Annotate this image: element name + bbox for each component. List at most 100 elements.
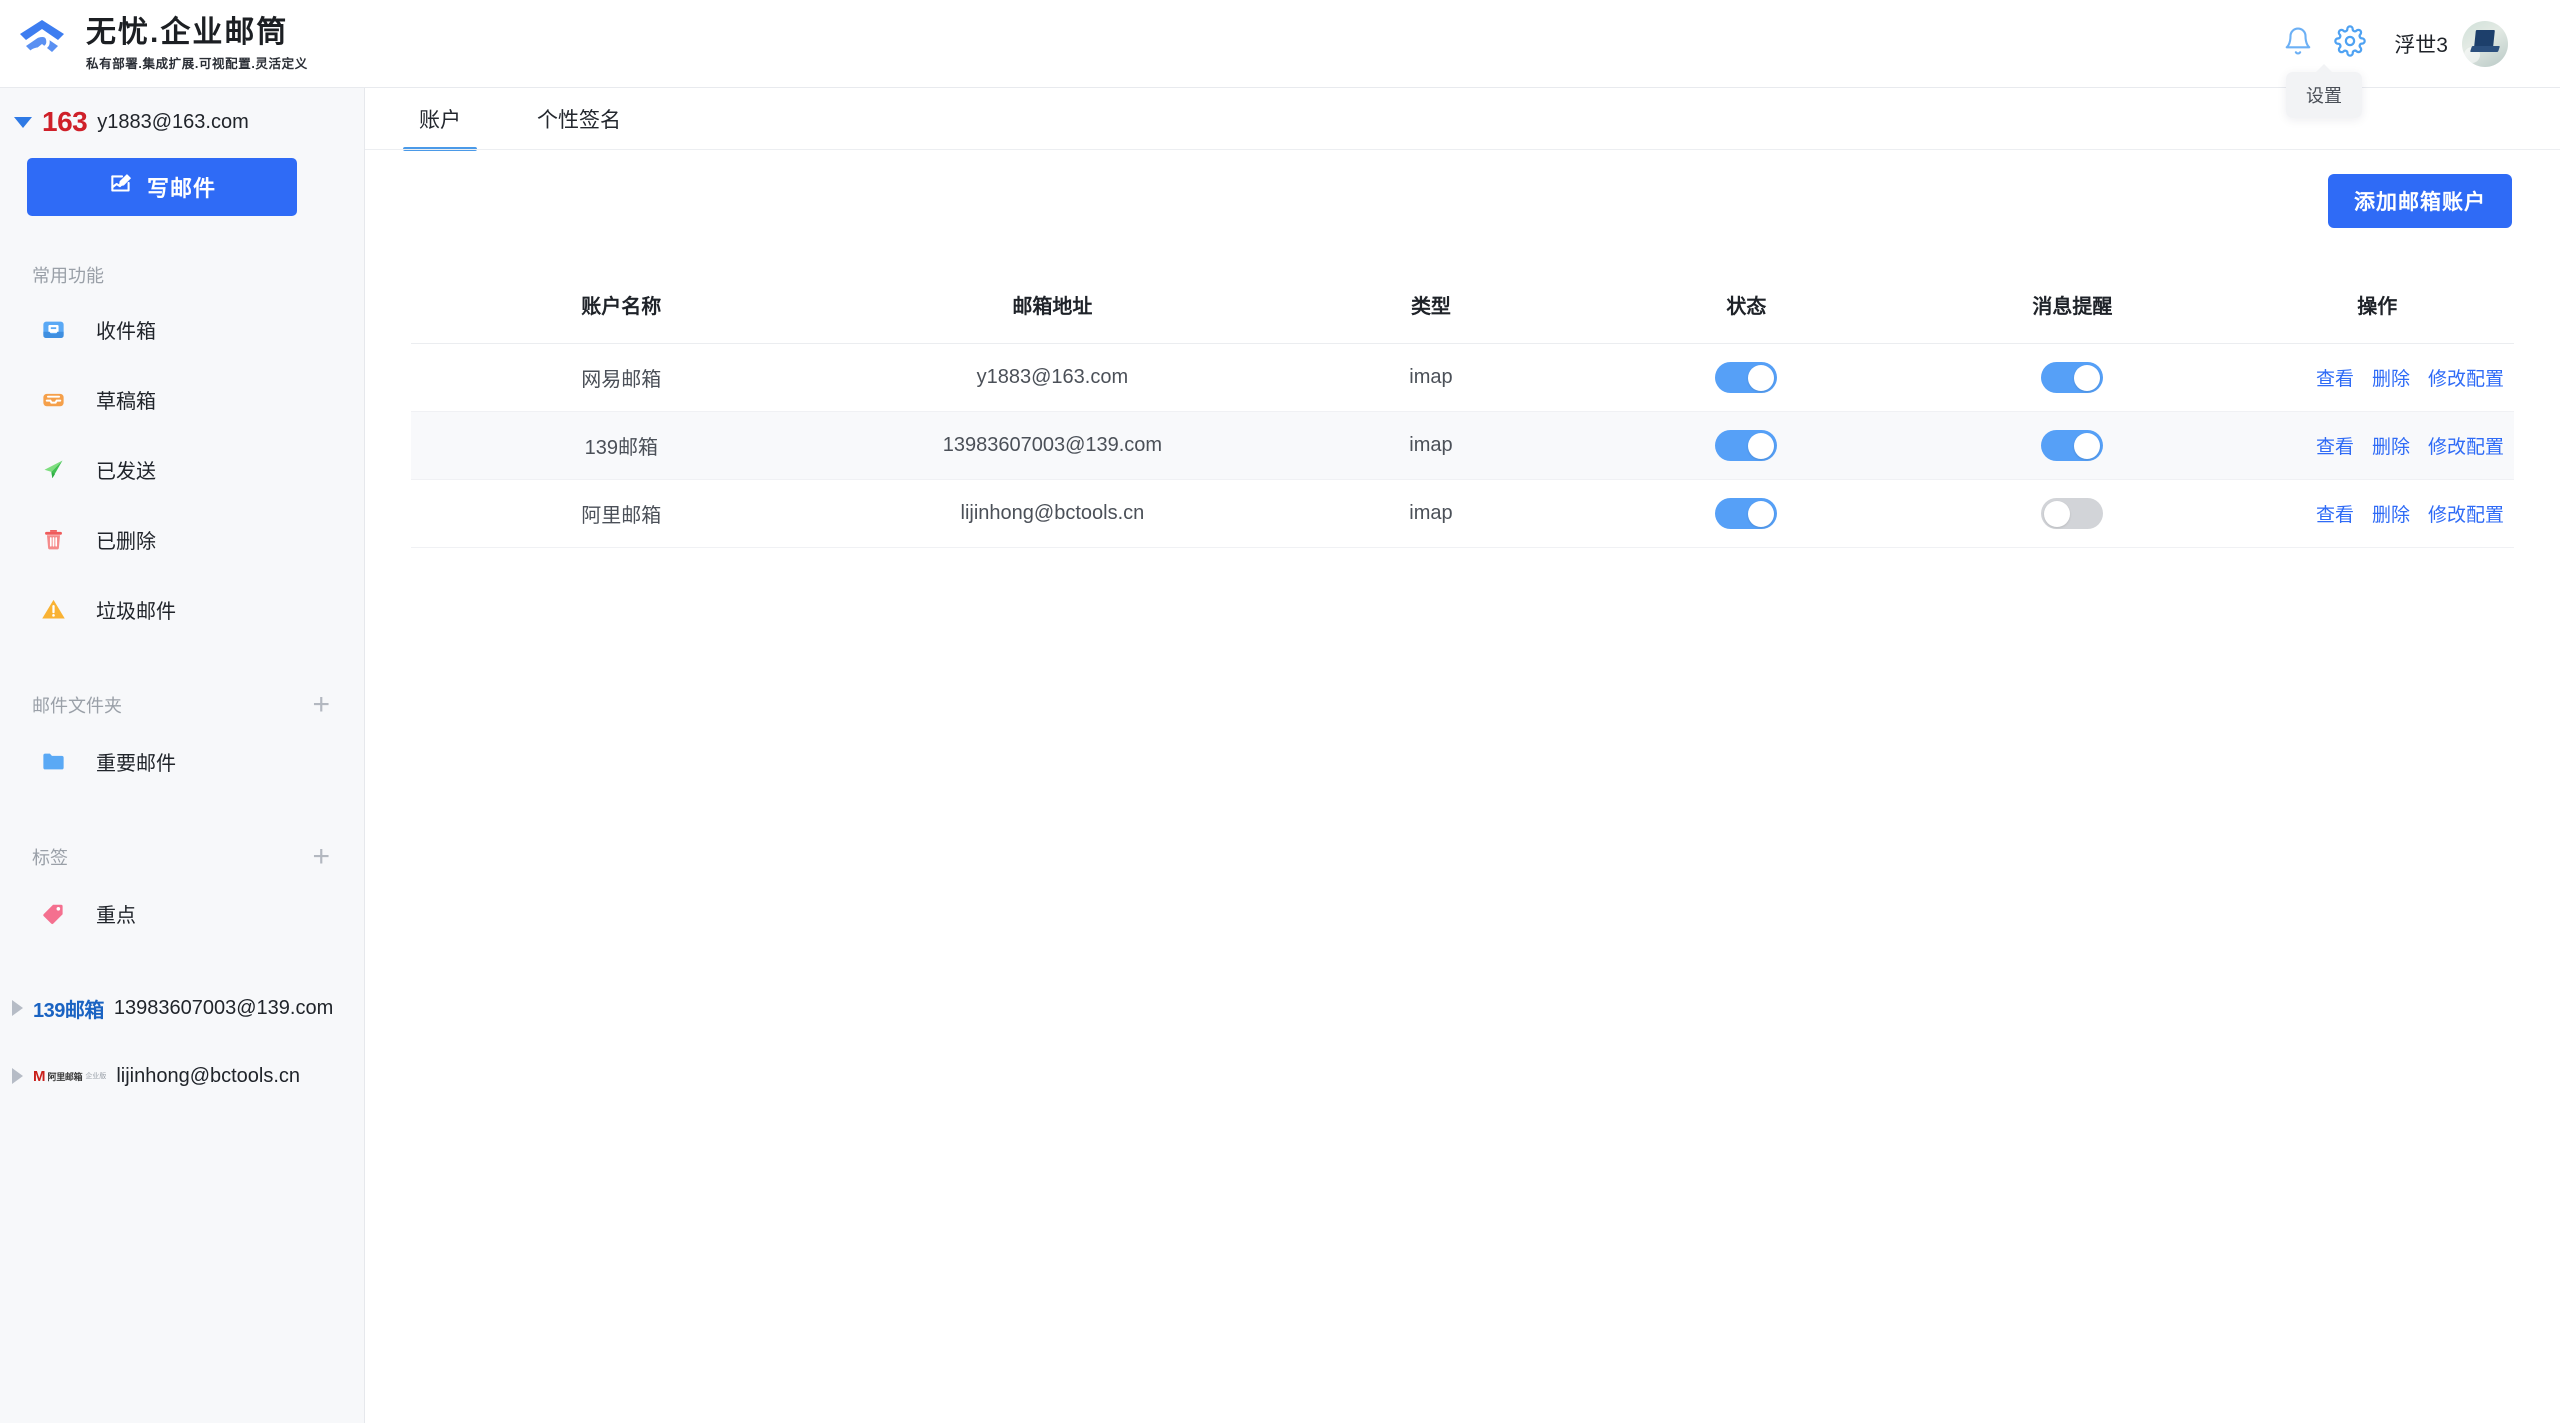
sidebar-item-important-folder-label: 重要邮件 (96, 747, 176, 776)
toggle-knob (1748, 365, 1774, 391)
cell-notify (1904, 412, 2240, 480)
sidebar-item-tag-key[interactable]: 重点 (0, 878, 364, 948)
sidebar-item-drafts-label: 草稿箱 (96, 385, 156, 414)
tab-accounts-label: 账户 (419, 104, 461, 134)
cell-operations: 查看 删除 修改配置 (2241, 412, 2514, 480)
cell-status (1589, 344, 1904, 412)
status-toggle[interactable] (1715, 498, 1777, 529)
tab-accounts[interactable]: 账户 (403, 88, 477, 150)
toggle-knob (2074, 433, 2100, 459)
sidebar-account-139[interactable]: 139邮箱 13983607003@139.com (0, 974, 364, 1042)
table-row[interactable]: 网易邮箱 y1883@163.com imap 查看 (411, 344, 2514, 412)
row-operations: 查看 删除 修改配置 (2241, 500, 2514, 527)
avatar-laptop-screen (2474, 30, 2495, 47)
sidebar-item-deleted[interactable]: 已删除 (0, 504, 364, 574)
settings-tooltip: 设置 (2286, 72, 2362, 118)
edit-config-link[interactable]: 修改配置 (2428, 432, 2504, 459)
section-title-common: 常用功能 (0, 262, 364, 288)
settings-button[interactable] (2324, 18, 2376, 70)
cell-operations: 查看 删除 修改配置 (2241, 344, 2514, 412)
gear-icon (2334, 25, 2366, 62)
user-name[interactable]: 浮世3 (2394, 29, 2448, 59)
accounts-table-head: 账户名称 邮箱地址 类型 状态 消息提醒 操作 (411, 268, 2514, 344)
tab-signature[interactable]: 个性签名 (521, 88, 637, 150)
sidebar-item-inbox-label: 收件箱 (96, 315, 156, 344)
add-tag-button[interactable]: + (312, 842, 332, 872)
delete-link[interactable]: 删除 (2372, 432, 2410, 459)
warning-triangle-icon (36, 596, 70, 623)
add-mail-account-button[interactable]: 添加邮箱账户 (2328, 174, 2512, 228)
cell-email-address: 13983607003@139.com (832, 412, 1274, 480)
account-139-email: 13983607003@139.com (114, 997, 333, 1020)
brand-title: 无忧.企业邮筒 (86, 16, 308, 49)
inbox-icon (36, 316, 70, 343)
section-title-folders-text: 邮件文件夹 (32, 692, 122, 718)
cell-status (1589, 480, 1904, 548)
delete-link[interactable]: 删除 (2372, 364, 2410, 391)
cell-operations: 查看 删除 修改配置 (2241, 480, 2514, 548)
edit-config-link[interactable]: 修改配置 (2428, 500, 2504, 527)
table-row[interactable]: 阿里邮箱 lijinhong@bctools.cn imap (411, 480, 2514, 548)
cell-account-name: 阿里邮箱 (411, 480, 832, 548)
ali-logo-text: 阿里邮箱 (48, 1070, 83, 1083)
toggle-knob (2044, 501, 2070, 527)
table-row[interactable]: 139邮箱 13983607003@139.com imap (411, 412, 2514, 480)
brand-text: 无忧.企业邮筒 私有部署.集成扩展.可视配置.灵活定义 (86, 16, 308, 72)
view-link[interactable]: 查看 (2316, 432, 2354, 459)
top-bar-actions: 浮世3 (2272, 18, 2560, 70)
chevron-right-icon-139[interactable] (12, 1000, 23, 1016)
tag-icon (36, 900, 70, 927)
chevron-right-icon-ali[interactable] (12, 1068, 23, 1084)
cell-status (1589, 412, 1904, 480)
header-email-address: 邮箱地址 (832, 268, 1274, 344)
top-bar: 无忧.企业邮筒 私有部署.集成扩展.可视配置.灵活定义 (0, 0, 2560, 88)
primary-account-email: y1883@163.com (97, 111, 249, 134)
compose-mail-button[interactable]: 写邮件 (27, 158, 297, 216)
notify-toggle[interactable] (2041, 498, 2103, 529)
provider-logo-139: 139邮箱 (33, 994, 104, 1023)
header-account-name: 账户名称 (411, 268, 832, 344)
status-toggle[interactable] (1715, 430, 1777, 461)
sidebar-item-inbox[interactable]: 收件箱 (0, 294, 364, 364)
sidebar-item-sent-label: 已发送 (96, 455, 156, 484)
sidebar-item-spam[interactable]: 垃圾邮件 (0, 574, 364, 644)
sidebar-item-important-folder[interactable]: 重要邮件 (0, 726, 364, 796)
account-ali-email: lijinhong@bctools.cn (116, 1065, 300, 1088)
compose-mail-label: 写邮件 (147, 171, 216, 203)
tab-bar-divider (365, 149, 2560, 150)
view-link[interactable]: 查看 (2316, 364, 2354, 391)
notify-toggle[interactable] (2041, 430, 2103, 461)
chevron-down-icon[interactable] (14, 117, 32, 128)
cell-notify (1904, 480, 2240, 548)
trash-icon (36, 526, 70, 553)
view-link[interactable]: 查看 (2316, 500, 2354, 527)
cell-notify (1904, 344, 2240, 412)
row-operations: 查看 删除 修改配置 (2241, 432, 2514, 459)
section-title-tags-text: 标签 (32, 844, 68, 870)
row-operations: 查看 删除 修改配置 (2241, 364, 2514, 391)
sidebar-primary-account[interactable]: 163 y1883@163.com (0, 94, 364, 150)
cell-email-address: y1883@163.com (832, 344, 1274, 412)
notification-button[interactable] (2272, 18, 2324, 70)
status-toggle[interactable] (1715, 362, 1777, 393)
edit-config-link[interactable]: 修改配置 (2428, 364, 2504, 391)
sidebar-item-spam-label: 垃圾邮件 (96, 595, 176, 624)
delete-link[interactable]: 删除 (2372, 500, 2410, 527)
sidebar-account-ali[interactable]: M 阿里邮箱 企业版 lijinhong@bctools.cn (0, 1042, 364, 1110)
main-content: 账户 个性签名 添加邮箱账户 账户名称 邮箱地址 类型 状态 (365, 88, 2560, 1423)
provider-logo-ali: M 阿里邮箱 企业版 (33, 1069, 106, 1084)
sidebar: 163 y1883@163.com 写邮件 常用功能 (0, 88, 365, 1423)
tab-signature-label: 个性签名 (537, 104, 621, 134)
notify-toggle[interactable] (2041, 362, 2103, 393)
sidebar-item-drafts[interactable]: 草稿箱 (0, 364, 364, 434)
cell-type: imap (1273, 344, 1588, 412)
header-notify: 消息提醒 (1904, 268, 2240, 344)
cell-account-name: 139邮箱 (411, 412, 832, 480)
add-folder-button[interactable]: + (312, 690, 332, 720)
app-root: 无忧.企业邮筒 私有部署.集成扩展.可视配置.灵活定义 (0, 0, 2560, 1423)
toggle-knob (1748, 433, 1774, 459)
header-type: 类型 (1273, 268, 1588, 344)
sidebar-item-sent[interactable]: 已发送 (0, 434, 364, 504)
paper-plane-icon (36, 456, 70, 483)
avatar[interactable] (2462, 21, 2508, 67)
